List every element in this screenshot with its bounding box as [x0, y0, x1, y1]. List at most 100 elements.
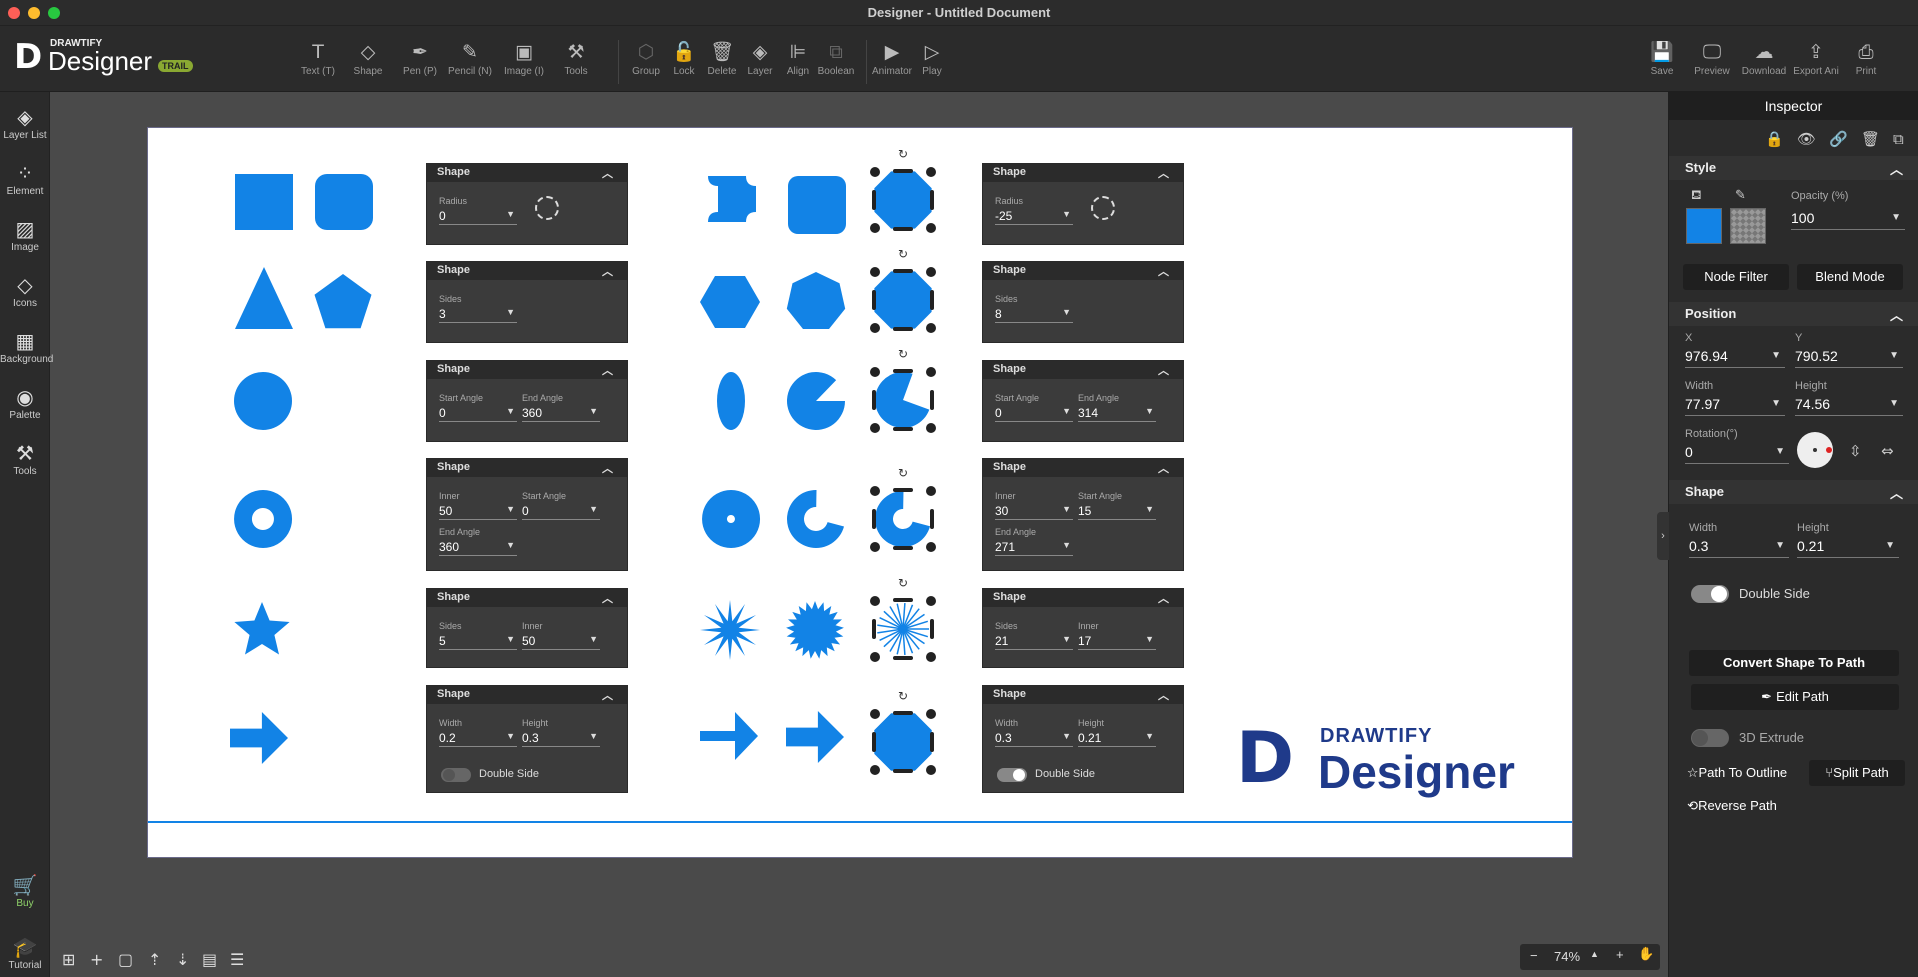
selection-edge-handle[interactable]	[893, 488, 913, 492]
field-input[interactable]: 0 ▼	[995, 404, 1073, 422]
selected-octagon-shape[interactable]	[874, 713, 932, 771]
selected-octagon-shape[interactable]	[874, 713, 932, 771]
selection-edge-handle[interactable]	[893, 269, 913, 273]
thick-ring-shape[interactable]	[702, 490, 761, 548]
selected-burst-ray[interactable]	[902, 628, 920, 650]
field-input[interactable]: 0 ▼	[439, 207, 517, 225]
inverted-corner-square-shape[interactable]	[708, 176, 756, 222]
tutorial-button[interactable]: 🎓 Tutorial	[0, 934, 50, 971]
seal-shape[interactable]	[786, 601, 844, 659]
selection-corner-handle[interactable]	[926, 323, 936, 333]
selection-edge-handle[interactable]	[893, 598, 913, 602]
selected-burst-ray[interactable]	[902, 620, 929, 630]
selection-corner-handle[interactable]	[870, 542, 880, 552]
panel-header[interactable]: Shape ︿	[983, 686, 1183, 704]
opacity-input[interactable]: 100 ▼	[1791, 208, 1905, 230]
double-side-toggle[interactable]	[997, 768, 1027, 782]
selection-edge-handle[interactable]	[893, 546, 913, 550]
tool-tools[interactable]: ⚒ Tools	[550, 38, 602, 77]
selection-edge-handle[interactable]	[930, 619, 934, 639]
chevron-up-icon[interactable]: ▲	[1590, 949, 1599, 959]
double-side-toggle[interactable]	[1691, 585, 1729, 603]
rotation-dial[interactable]	[1797, 432, 1833, 468]
height-input[interactable]: 74.56 ▼	[1795, 394, 1903, 416]
style-section-header[interactable]: Style ︿	[1669, 156, 1918, 180]
panel-header[interactable]: Shape ︿	[983, 164, 1183, 182]
arc-shape[interactable]	[787, 490, 845, 548]
field-input[interactable]: 360 ▼	[522, 404, 600, 422]
lock-icon[interactable]: 🔒	[1765, 130, 1784, 148]
panel-header[interactable]: Shape ︿	[427, 164, 627, 182]
selected-arc-shape[interactable]	[874, 491, 931, 548]
selected-octagon-shape[interactable]	[874, 271, 932, 329]
collapse-panel-tab[interactable]: ›	[1657, 512, 1669, 560]
selected-burst-ray[interactable]	[879, 617, 904, 630]
selected-burst-ray[interactable]	[896, 628, 904, 655]
buy-button[interactable]: 🛒 Buy	[0, 872, 50, 909]
field-input[interactable]: 50 ▼	[522, 632, 600, 650]
selection-edge-handle[interactable]	[872, 190, 876, 210]
page-icon[interactable]: ▢	[118, 950, 133, 969]
selection-corner-handle[interactable]	[870, 652, 880, 662]
ring-shape[interactable]	[234, 490, 293, 548]
rotate-handle-icon[interactable]: ↻	[898, 689, 908, 703]
field-input[interactable]: 15 ▼	[1078, 502, 1156, 520]
design-canvas[interactable]: Shape ︿ Radius 0 ▼ Shape ︿ Radius -25 ▼ Shape ︿ Side…	[148, 128, 1572, 857]
flip-horizontal-icon[interactable]: ⇔	[1881, 442, 1894, 460]
selection-edge-handle[interactable]	[893, 227, 913, 231]
selection-edge-handle[interactable]	[872, 290, 876, 310]
width-input[interactable]: 77.97 ▼	[1685, 394, 1785, 416]
selection-edge-handle[interactable]	[872, 390, 876, 410]
pentagon-shape[interactable]	[314, 274, 372, 329]
selected-burst-ray[interactable]	[877, 624, 904, 630]
selection-corner-handle[interactable]	[870, 367, 880, 377]
selection-edge-handle[interactable]	[930, 190, 934, 210]
selection-corner-handle[interactable]	[870, 223, 880, 233]
shape-section-header[interactable]: Shape ︿	[1669, 480, 1918, 504]
zoom-out-button[interactable]: −	[1530, 948, 1538, 963]
field-input[interactable]: 5 ▼	[439, 632, 517, 650]
save-button[interactable]: 💾 Save	[1636, 38, 1688, 77]
zoom-in-button[interactable]: +	[1616, 947, 1624, 962]
rounded-square-shape[interactable]	[315, 174, 373, 230]
selection-edge-handle[interactable]	[893, 656, 913, 660]
selection-corner-handle[interactable]	[870, 167, 880, 177]
position-section-header[interactable]: Position ︿	[1669, 302, 1918, 326]
selection-corner-handle[interactable]	[870, 486, 880, 496]
panel-header[interactable]: Shape ︿	[983, 459, 1183, 477]
panel-header[interactable]: Shape ︿	[983, 361, 1183, 379]
export-ani-button[interactable]: ⇪ Export Ani	[1790, 38, 1842, 77]
field-input[interactable]: 271 ▼	[995, 538, 1073, 556]
print-button[interactable]: ⎙ Print	[1840, 38, 1892, 77]
duplicate-icon[interactable]: ⧉	[1893, 130, 1904, 148]
selected-burst-ray[interactable]	[902, 628, 925, 645]
canvas-logo[interactable]: D DRAWTIFY Designer	[1236, 723, 1536, 803]
tool-boolean[interactable]: ⧉ Boolean	[810, 38, 862, 77]
sidebar-item-palette[interactable]: ◉ Palette	[0, 384, 50, 421]
selection-corner-handle[interactable]	[926, 423, 936, 433]
node-filter-button[interactable]: Node Filter	[1683, 264, 1789, 290]
rotate-handle-icon[interactable]: ↻	[898, 147, 908, 161]
delete-icon[interactable]: 🗑	[1861, 130, 1880, 148]
rotate-handle-icon[interactable]: ↻	[898, 247, 908, 261]
rotate-handle-icon[interactable]: ↻	[898, 347, 908, 361]
selection-corner-handle[interactable]	[870, 267, 880, 277]
selection-corner-handle[interactable]	[870, 596, 880, 606]
double-side-toggle[interactable]	[441, 768, 471, 782]
rotation-input[interactable]: 0 ▼	[1685, 442, 1789, 464]
field-input[interactable]: 50 ▼	[439, 502, 517, 520]
tool-pencil-n[interactable]: ✎ Pencil (N)	[444, 38, 496, 77]
rotate-handle-icon[interactable]: ↻	[898, 466, 908, 480]
selection-corner-handle[interactable]	[870, 323, 880, 333]
y-input[interactable]: 790.52 ▼	[1795, 346, 1903, 368]
list-icon[interactable]: ☰	[230, 950, 244, 969]
field-input[interactable]: 314 ▼	[1078, 404, 1156, 422]
field-input[interactable]: 3 ▼	[439, 305, 517, 323]
shape-width-input[interactable]: 0.3 ▼	[1689, 536, 1789, 558]
selected-burst-ray[interactable]	[877, 628, 904, 634]
sidebar-item-tools[interactable]: ⚒ Tools	[0, 440, 50, 477]
arrow-shape[interactable]	[230, 712, 288, 764]
tool-image-i[interactable]: ▣ Image (I)	[498, 38, 550, 77]
selected-pie-shape[interactable]	[875, 372, 930, 429]
panel-header[interactable]: Shape ︿	[983, 262, 1183, 280]
